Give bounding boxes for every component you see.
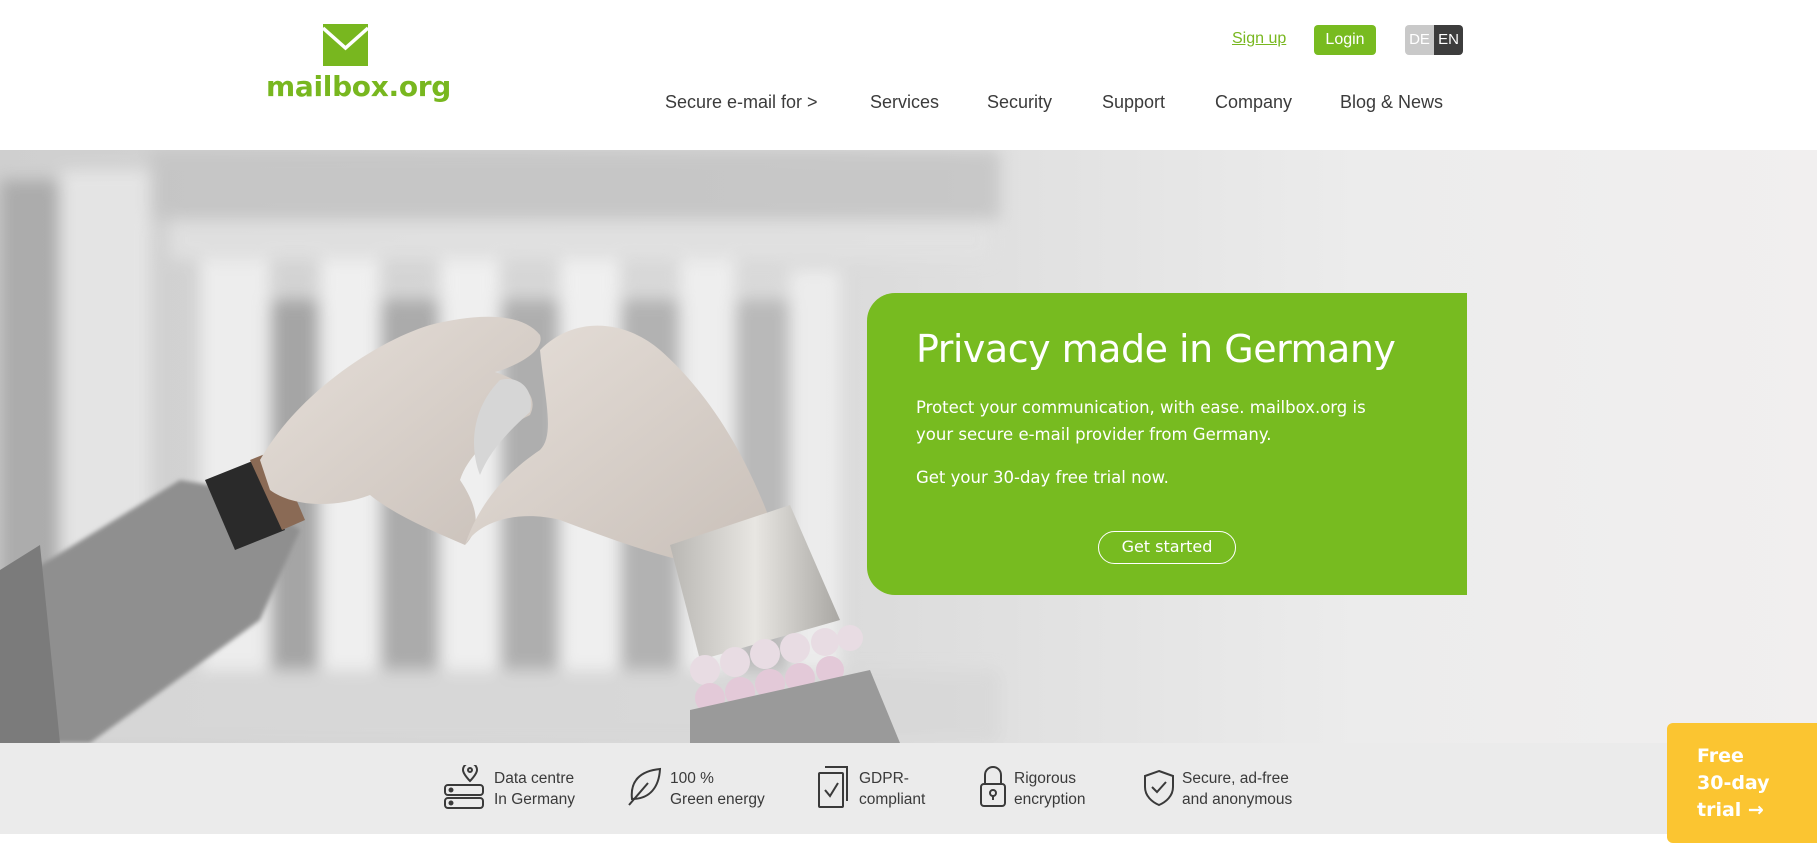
feature-line: and anonymous <box>1182 791 1293 808</box>
envelope-icon <box>323 24 368 66</box>
feature-line: 100 % <box>670 770 714 787</box>
feature-gdpr: GDPR- compliant <box>817 763 937 815</box>
hero-promo-panel: Privacy made in Germany Protect your com… <box>867 293 1467 595</box>
lang-en-button[interactable]: EN <box>1434 25 1463 55</box>
language-switcher: DE EN <box>1405 25 1463 55</box>
server-location-icon <box>444 765 484 809</box>
document-check-icon <box>818 766 848 808</box>
hero-section: Privacy made in Germany Protect your com… <box>0 150 1817 743</box>
feature-secure-anonymous: Secure, ad-free and anonymous <box>1142 763 1302 815</box>
trial-badge-line: trial → <box>1697 799 1764 821</box>
leaf-icon <box>628 767 662 806</box>
hero-description: Protect your communication, with ease. m… <box>916 398 1366 444</box>
get-started-button[interactable]: Get started <box>1098 531 1236 564</box>
login-button[interactable]: Login <box>1314 25 1376 55</box>
nav-item-blog-news[interactable]: Blog & News <box>1340 92 1443 113</box>
trial-badge-line: Free <box>1697 745 1744 767</box>
feature-line: compliant <box>859 791 926 808</box>
feature-line: encryption <box>1014 791 1086 808</box>
lang-de-button[interactable]: DE <box>1405 25 1434 55</box>
feature-line: Green energy <box>670 791 765 808</box>
shield-check-icon <box>1144 769 1174 807</box>
features-bar: Data centre In Germany 100 % Green energ… <box>0 743 1817 834</box>
feature-green-energy: 100 % Green energy <box>626 763 776 815</box>
signup-link[interactable]: Sign up <box>1232 30 1286 48</box>
feature-encryption: Rigorous encryption <box>979 763 1099 815</box>
lock-icon <box>980 766 1006 807</box>
hero-trial-text: Get your 30-day free trial now. <box>916 468 1169 487</box>
nav-item-secure-email-for[interactable]: Secure e-mail for > <box>665 92 818 113</box>
feature-data-centre: Data centre In Germany <box>443 763 593 815</box>
free-trial-badge[interactable]: Free 30-day trial → <box>1667 723 1817 843</box>
nav-item-security[interactable]: Security <box>987 92 1052 113</box>
site-header: mailbox.org Sign up Login DE EN Secure e… <box>0 0 1817 150</box>
hero-title: Privacy made in Germany <box>916 327 1396 371</box>
feature-line: In Germany <box>494 791 575 808</box>
feature-line: Secure, ad-free <box>1182 770 1289 787</box>
feature-line: Data centre <box>494 770 575 787</box>
trial-badge-line: 30-day <box>1697 772 1770 794</box>
nav-item-services[interactable]: Services <box>870 92 939 113</box>
feature-line: Rigorous <box>1014 770 1077 787</box>
main-nav: Secure e-mail for > Services Security Su… <box>0 92 1817 116</box>
feature-line: GDPR- <box>859 770 909 787</box>
nav-item-company[interactable]: Company <box>1215 92 1292 113</box>
nav-item-support[interactable]: Support <box>1102 92 1165 113</box>
